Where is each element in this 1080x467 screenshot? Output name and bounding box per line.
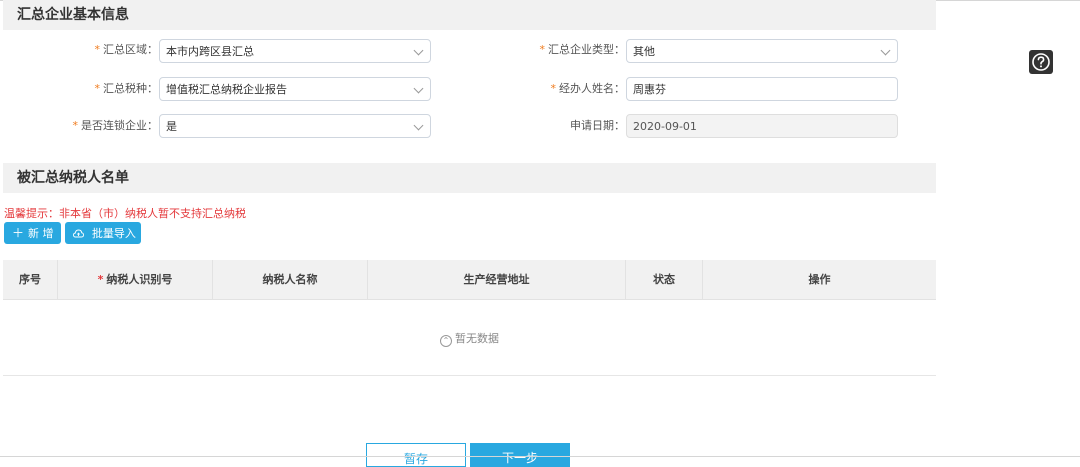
- tax-type-label: * 汇总税种：: [94, 82, 159, 95]
- operator-label: * 经办人姓名：: [550, 82, 626, 95]
- warning-tip: 温馨提示：非本省（市）纳税人暂不支持汇总纳税: [4, 207, 246, 220]
- region-select[interactable]: 本市内跨区县汇总: [159, 39, 431, 63]
- enterprise-type-label: * 汇总企业类型：: [539, 43, 626, 56]
- apply-date-field: 2020-09-01: [626, 114, 898, 138]
- column-header-status: 状态: [626, 260, 703, 299]
- help-icon[interactable]: [1029, 50, 1053, 74]
- empty-state: ⌃ 暂无数据: [3, 330, 936, 347]
- question-icon: [1032, 53, 1050, 71]
- apply-date-label: 申请日期：: [570, 119, 625, 132]
- column-header-taxpayer-name: 纳税人名称: [213, 260, 368, 299]
- chevron-down-icon: [880, 45, 891, 56]
- chevron-down-icon: [413, 83, 424, 94]
- column-header-taxpayer-id: * 纳税人识别号: [58, 260, 213, 299]
- save-draft-button[interactable]: 暂存: [366, 443, 466, 467]
- operator-input[interactable]: 周惠芬: [626, 77, 898, 101]
- chain-label: * 是否连锁企业：: [72, 119, 159, 132]
- section-header-basic: 汇总企业基本信息: [3, 0, 936, 30]
- chain-select[interactable]: 是: [159, 114, 431, 138]
- column-header-actions: 操作: [808, 273, 831, 286]
- tax-type-select[interactable]: 增值税汇总纳税企业报告: [159, 77, 431, 101]
- column-header-address: 生产经营地址: [368, 260, 626, 299]
- empty-icon: ⌃: [440, 335, 452, 347]
- section-title-basic: 汇总企业基本信息: [17, 7, 129, 23]
- region-label: * 汇总区域：: [94, 43, 159, 56]
- batch-import-button[interactable]: 批量导入: [65, 222, 141, 244]
- cloud-upload-icon: [73, 226, 88, 240]
- enterprise-type-select[interactable]: 其他: [626, 39, 898, 63]
- next-step-button[interactable]: 下一步: [470, 443, 570, 467]
- chevron-down-icon: [413, 120, 424, 131]
- add-button[interactable]: ＋新 增: [4, 222, 61, 244]
- section-header-list: 被汇总纳税人名单: [3, 163, 936, 193]
- table-body-empty: ⌃ 暂无数据: [3, 300, 936, 376]
- bottom-divider: [0, 456, 1080, 457]
- table-header: 序号 * 纳税人识别号 纳税人名称 生产经营地址 状态 操作: [3, 260, 936, 300]
- plus-icon: ＋: [12, 226, 25, 240]
- chevron-down-icon: [413, 45, 424, 56]
- column-header-index: 序号: [3, 260, 58, 299]
- section-title-list: 被汇总纳税人名单: [17, 170, 129, 186]
